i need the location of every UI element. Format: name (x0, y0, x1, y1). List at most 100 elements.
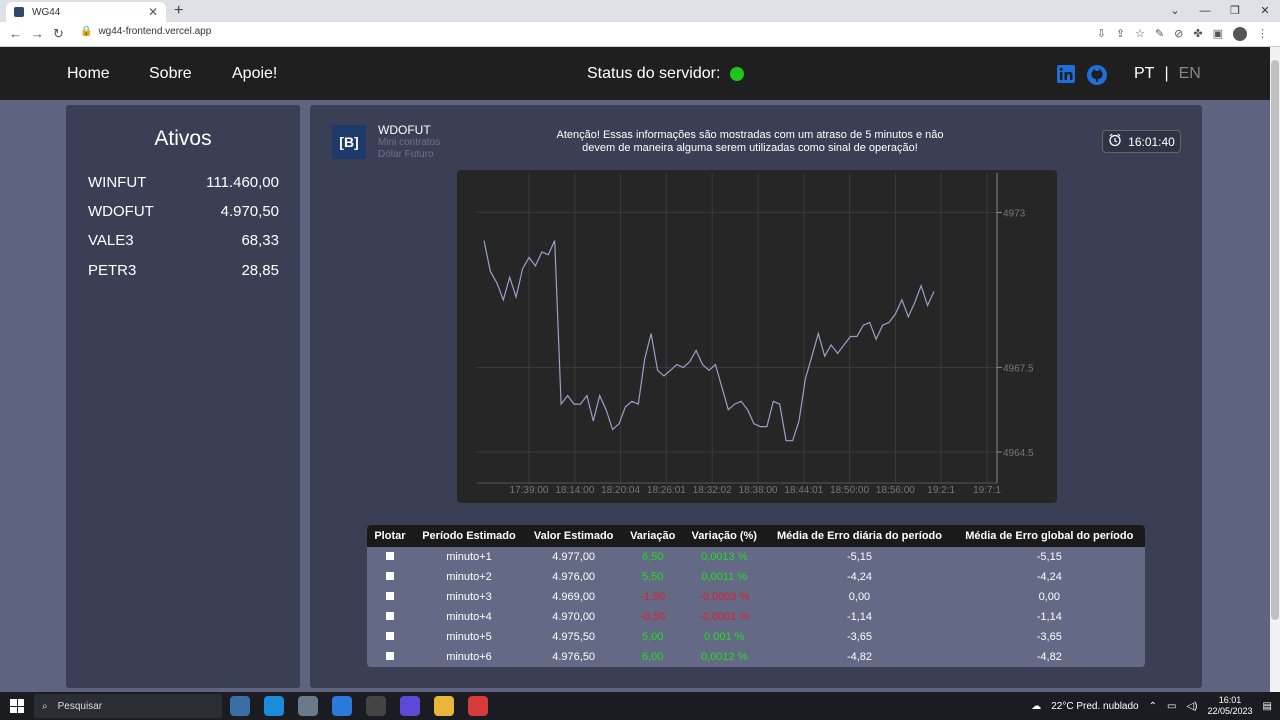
asset-name: WDOFUT (88, 203, 154, 220)
sidebar-icon[interactable]: ▣ (1213, 27, 1223, 41)
url-field[interactable]: 🔒 wg44-frontend.vercel.app (80, 26, 211, 37)
app-icon[interactable] (366, 696, 386, 716)
chart-x-tick-label: 18:26:01 (647, 485, 686, 496)
asset-item-petr3[interactable]: PETR3 28,85 (88, 262, 279, 279)
erro-diario-cell: -4,24 (846, 571, 873, 583)
address-bar: ← → ↻ 🔒 wg44-frontend.vercel.app ⇩ ⇪ ☆ ✎… (0, 22, 1280, 47)
menu-icon[interactable]: ⋮ (1257, 27, 1268, 41)
chart-x-tick-label: 19:7:1 (973, 485, 1001, 496)
asset-value: 28,85 (241, 262, 279, 279)
notification-icon[interactable]: ▤ (1263, 701, 1272, 712)
variacao-pct-cell: -0,0001 % (699, 611, 750, 623)
variacao-cell: 5,00 (641, 631, 664, 643)
profile-avatar[interactable] (1233, 27, 1247, 41)
prediction-table: Plotar Período Estimado Valor Estimado V… (367, 525, 1145, 667)
variacao-cell: 5,50 (641, 571, 664, 583)
extension-icon[interactable]: ✎ (1155, 27, 1164, 41)
col-variacao-pct: Variação (%) (683, 525, 766, 547)
clock-badge: 16:01:40 (1102, 130, 1181, 153)
browser-tab-bar: WG44 ✕ + ⌄ — ❐ ✕ (0, 0, 1280, 22)
app-icon[interactable] (468, 696, 488, 716)
install-icon[interactable]: ⇩ (1097, 27, 1106, 41)
asset-value: 4.970,50 (220, 203, 279, 220)
plot-checkbox-icon[interactable] (385, 592, 394, 600)
lang-pt[interactable]: PT (1134, 65, 1154, 83)
language-switch: PT | EN (1134, 65, 1201, 83)
tab-search-icon[interactable]: ⌄ (1160, 0, 1190, 22)
asset-value: 111.460,00 (206, 174, 279, 191)
search-icon: ⌕ (42, 700, 48, 712)
lock-icon: 🔒 (80, 26, 93, 37)
asset-item-wdofut[interactable]: WDOFUT 4.970,50 (88, 203, 279, 220)
valor-cell: 4.976,50 (552, 651, 596, 663)
plot-checkbox-icon[interactable] (385, 552, 394, 560)
close-window-button[interactable]: ✕ (1250, 0, 1280, 22)
maximize-button[interactable]: ❐ (1220, 0, 1250, 22)
nav-apoie[interactable]: Apoie! (232, 65, 277, 83)
alarm-clock-icon (1108, 133, 1122, 150)
browser-tab[interactable]: WG44 ✕ (6, 2, 166, 22)
extension-icons: ⇩ ⇪ ☆ ✎ ⊘ ✤ ▣ ⋮ (1097, 27, 1268, 41)
price-chart: 17:39:00 18:14:00 18:20:04 18:26:01 18:32:02… (457, 170, 1057, 503)
github-icon[interactable] (1086, 64, 1107, 85)
extension-icon[interactable]: ⊘ (1174, 27, 1183, 41)
window-controls: ⌄ — ❐ ✕ (1160, 0, 1280, 22)
app-icon[interactable] (298, 696, 318, 716)
erro-diario-cell: -3,65 (846, 631, 873, 643)
variacao-cell: 6,00 (641, 651, 664, 663)
chart-y-tick-label: 4967.5 (1003, 363, 1034, 374)
plot-checkbox-icon[interactable] (385, 572, 394, 580)
share-icon[interactable]: ⇪ (1116, 27, 1125, 41)
windows-start-icon[interactable] (10, 699, 24, 713)
forward-icon[interactable]: → (31, 26, 44, 41)
asset-item-vale3[interactable]: VALE3 68,33 (88, 232, 279, 249)
taskbar-date: 22/05/2023 (1207, 706, 1253, 716)
col-erro-diario: Média de Erro diária do período (765, 525, 954, 547)
chart-x-tick-label: 17:39:00 (510, 485, 549, 496)
vscode-app-icon[interactable] (332, 696, 352, 716)
weather-text[interactable]: 22°C Pred. nublado (1051, 701, 1138, 712)
file-explorer-icon[interactable] (434, 696, 454, 716)
bookmark-star-icon[interactable]: ☆ (1135, 27, 1145, 41)
tab-close-icon[interactable]: ✕ (148, 5, 158, 19)
network-icon[interactable]: ▭ (1167, 701, 1176, 712)
taskbar-search[interactable]: ⌕ Pesquisar (34, 694, 222, 718)
asset-item-winfut[interactable]: WINFUT 111.460,00 (88, 174, 279, 191)
nav-home[interactable]: Home (67, 65, 110, 83)
chart-x-tick-label: 18:44:01 (784, 485, 823, 496)
erro-global-cell: -4,82 (1036, 651, 1062, 663)
reload-icon[interactable]: ↻ (53, 26, 64, 42)
lang-en[interactable]: EN (1179, 65, 1201, 83)
valor-cell: 4.975,50 (552, 631, 596, 643)
app-icon[interactable] (400, 696, 420, 716)
asset-name: VALE3 (88, 232, 134, 249)
chrome-app-icon[interactable] (230, 696, 250, 716)
nav-sobre[interactable]: Sobre (149, 65, 192, 83)
lang-separator: | (1164, 65, 1169, 82)
table-row: minuto+2 4.976,00 5,50 0,0011 % -4,24 -4,24 (367, 567, 1145, 587)
periodo-cell: minuto+6 (446, 651, 492, 663)
plot-checkbox-icon[interactable] (385, 612, 394, 620)
plot-checkbox-icon[interactable] (385, 652, 394, 660)
chart-x-tick-label: 18:14:00 (555, 485, 594, 496)
page-scrollbar-thumb[interactable] (1271, 60, 1279, 620)
valor-cell: 4.977,00 (552, 551, 596, 563)
linkedin-icon[interactable] (1056, 64, 1076, 84)
plot-checkbox (367, 647, 413, 667)
taskbar-clock[interactable]: 16:01 22/05/2023 (1208, 695, 1253, 717)
valor-cell: 4.976,00 (552, 571, 596, 583)
back-icon[interactable]: ← (9, 26, 22, 41)
minimize-button[interactable]: — (1190, 0, 1220, 22)
edge-app-icon[interactable] (264, 696, 284, 716)
plot-checkbox (367, 607, 413, 627)
new-tab-button[interactable]: + (174, 2, 183, 20)
erro-global-cell: -4,24 (1036, 571, 1062, 583)
table-row: minuto+5 4.975,50 5,00 0,001 % -3,65 -3,65 (367, 627, 1145, 647)
tab-title: WG44 (32, 6, 61, 18)
volume-icon[interactable]: ◁) (1186, 701, 1197, 712)
erro-global-cell: -5,15 (1036, 551, 1062, 563)
tray-chevron-icon[interactable]: ⌃ (1149, 701, 1157, 712)
plot-checkbox-icon[interactable] (385, 632, 394, 640)
puzzle-icon[interactable]: ✤ (1193, 27, 1202, 41)
asset-description: Dólar Futuro (378, 149, 434, 160)
